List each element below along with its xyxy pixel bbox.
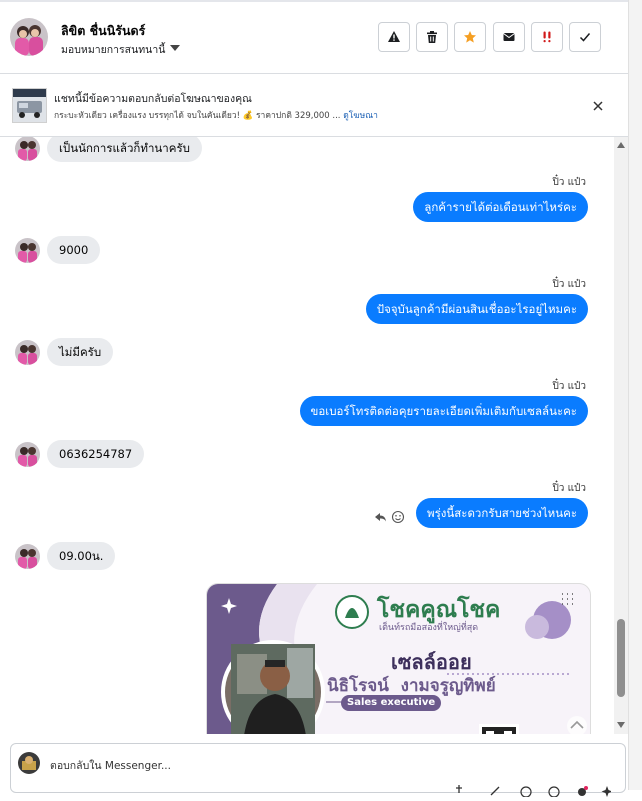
warning-icon [388, 31, 400, 42]
scroll-down-icon[interactable] [617, 722, 625, 728]
my-avatar [18, 752, 40, 774]
sender-avatar [15, 137, 40, 161]
sender-meta: ปิ๋ว แป๋ว [552, 177, 586, 188]
view-ad-link[interactable]: ดูโฆษณา [343, 111, 378, 121]
exclamation-icon [543, 31, 551, 43]
ad-thumbnail[interactable] [12, 88, 47, 123]
composer-toolbar [451, 782, 613, 798]
scroll-up-icon[interactable] [617, 142, 625, 148]
card-badge: Sales executive [341, 695, 442, 711]
incoming-message[interactable]: เป็นนักการแล้วก็ทำนาครับ [47, 137, 202, 162]
incoming-message[interactable]: 0636254787 [47, 440, 145, 468]
ad-banner-title: แชทนี้มีข้อความตอบกลับต่อโฆษณาของคุณ [54, 93, 252, 105]
assign-conversation-dropdown[interactable]: มอบหมายการสนทนานี้ [61, 41, 181, 58]
tag-icon[interactable] [578, 786, 588, 796]
star-button[interactable] [454, 22, 486, 52]
chat-icon[interactable] [520, 786, 532, 798]
outgoing-message[interactable]: ลูกค้ารายได้ต่อเดือนเท่าไหร่คะ [413, 192, 588, 222]
outgoing-message[interactable]: ปัจจุบันลูกค้ามีผ่อนสินเชื่ออะไรอยู่ไหมค… [365, 294, 588, 324]
emoji-react-icon[interactable] [391, 510, 405, 524]
mark-done-button[interactable] [569, 22, 601, 52]
star-icon [464, 31, 476, 43]
conversation-header: ลิขิต ชื่นนิรันดร์ มอบหมายการสนทนานี้ [0, 2, 628, 74]
sender-meta: ปิ๋ว แป๋ว [552, 381, 586, 392]
sender-avatar [15, 442, 40, 467]
reply-input[interactable]: ตอบกลับใน Messenger... [50, 757, 171, 774]
sparkle-icon[interactable] [601, 786, 613, 797]
incoming-message[interactable]: 9000 [47, 236, 101, 264]
contact-avatar[interactable] [10, 18, 48, 56]
message-actions [373, 509, 407, 524]
sales-card-image[interactable]: โชคคูณโชค เต็นท์รถมือสองที่ใหญ่ที่สุด เซ… [206, 583, 591, 734]
scroll-to-top-button[interactable] [566, 715, 588, 737]
contact-name[interactable]: ลิขิต ชื่นนิรันดร์ [61, 21, 145, 41]
sender-meta: ปิ๋ว แป๋ว [552, 483, 586, 494]
reply-composer[interactable]: ตอบกลับใน Messenger... [10, 743, 626, 798]
attach-icon[interactable] [456, 785, 462, 793]
ad-reply-banner: แชทนี้มีข้อความตอบกลับต่อโฆษณาของคุณ กระ… [0, 74, 628, 137]
close-icon [593, 101, 603, 111]
chevron-down-icon [170, 45, 181, 51]
ad-description: กระบะหัวเดียว เครื่องแรง บรรทุกได้ จบในค… [54, 111, 341, 121]
sender-meta: ปิ๋ว แป๋ว [552, 279, 586, 290]
chevron-up-icon [567, 716, 587, 736]
window-edge [628, 0, 642, 790]
mark-unread-button[interactable] [493, 22, 525, 52]
sender-avatar [15, 238, 40, 263]
outgoing-message[interactable]: พรุ่งนี้สะดวกรับสายช่วงไหนคะ [416, 498, 588, 528]
incoming-message[interactable]: ไม่มีครับ [47, 338, 114, 366]
card-tagline: เต็นท์รถมือสองที่ใหญ่ที่สุด [379, 623, 479, 633]
incoming-message[interactable]: 09.00น. [47, 542, 116, 570]
reply-icon[interactable] [375, 513, 386, 522]
scrollbar-thumb[interactable] [617, 619, 625, 697]
emoji-icon[interactable] [548, 786, 560, 798]
message-list[interactable]: เป็นนักการแล้วก็ทำนาครับ ปิ๋ว แป๋ว ลูกค้… [0, 137, 628, 734]
messages-scrollbar[interactable] [614, 137, 628, 734]
ad-banner-subtitle: กระบะหัวเดียว เครื่องแรง บรรทุกได้ จบในค… [54, 108, 409, 122]
assign-label: มอบหมายการสนทนานี้ [61, 44, 166, 56]
trash-icon [427, 31, 437, 43]
delete-button[interactable] [416, 22, 448, 52]
pen-icon[interactable] [490, 786, 500, 796]
priority-button[interactable] [531, 22, 563, 52]
outgoing-message[interactable]: ขอเบอร์โทรติดต่อคุยรายละเอียดเพิ่มเติมกั… [299, 396, 588, 426]
close-banner-button[interactable] [590, 98, 606, 114]
check-icon [579, 33, 591, 42]
sender-avatar [15, 544, 40, 569]
report-spam-button[interactable] [378, 22, 410, 52]
sender-avatar [15, 340, 40, 365]
envelope-icon [503, 33, 515, 41]
